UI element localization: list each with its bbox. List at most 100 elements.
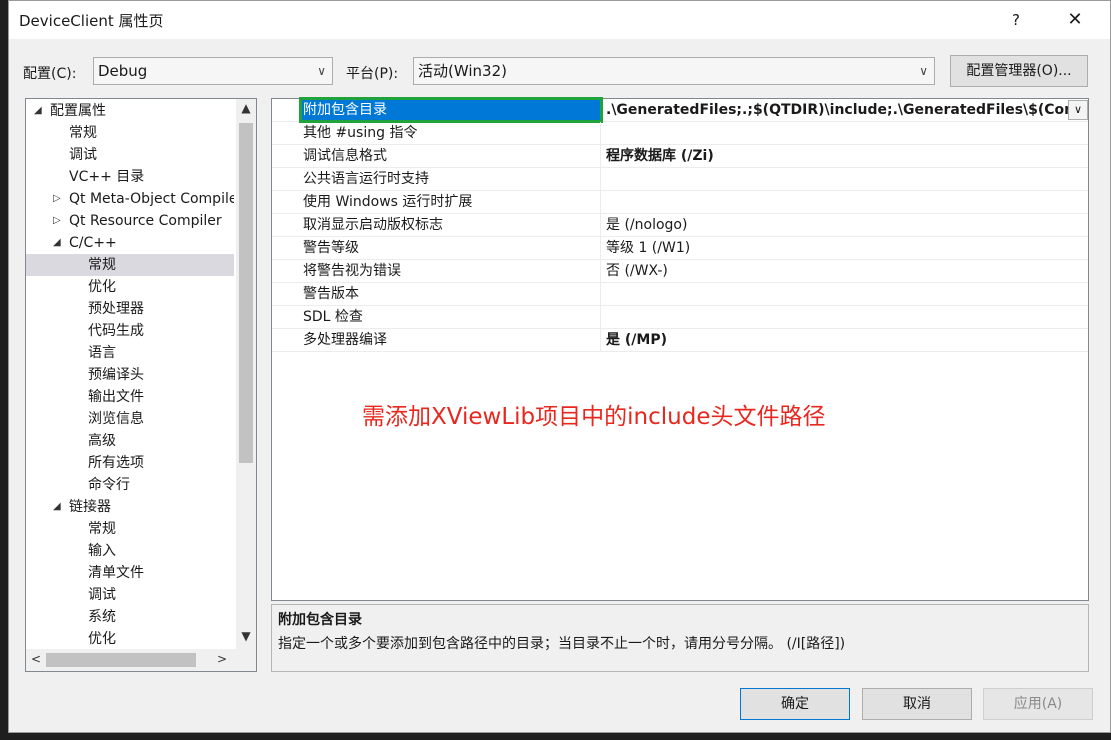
property-value[interactable] (603, 283, 1068, 305)
property-name: 警告版本 (301, 283, 601, 305)
property-value[interactable]: 等级 1 (/W1) (603, 237, 1068, 259)
tree-item[interactable]: 常规 (26, 254, 234, 276)
apply-button[interactable]: 应用(A) (983, 688, 1093, 720)
tree-item-label: 预处理器 (88, 301, 144, 317)
scroll-right-icon[interactable]: > (212, 652, 232, 666)
tree-item-label: VC++ 目录 (69, 169, 145, 185)
tree-horizontal-scrollbar[interactable]: < > (26, 649, 256, 671)
config-label: 配置(C): (23, 66, 77, 82)
scroll-thumb[interactable] (46, 653, 196, 667)
tree-item[interactable]: 优化 (26, 628, 234, 650)
property-value[interactable] (603, 191, 1068, 213)
property-value[interactable] (603, 306, 1068, 328)
platform-label: 平台(P): (346, 66, 399, 82)
tree-item[interactable]: 高级 (26, 430, 234, 452)
collapse-icon[interactable]: ◢ (53, 496, 61, 518)
tree-item-label: Qt Meta-Object Compiler (69, 191, 234, 207)
tree-item[interactable]: ◢ C/C++ (26, 232, 234, 254)
tree-item-label: 常规 (88, 257, 116, 273)
property-value[interactable] (603, 168, 1068, 190)
tree-item-label: 清单文件 (88, 565, 144, 581)
property-row[interactable]: 警告版本 (272, 283, 1088, 306)
tree-item-label: 输出文件 (88, 389, 144, 405)
tree-item-label: 优化 (88, 279, 116, 295)
cancel-button[interactable]: 取消 (862, 688, 972, 720)
tree-item[interactable]: 输出文件 (26, 386, 234, 408)
chevron-down-icon[interactable]: ∨ (1068, 100, 1088, 120)
property-value[interactable]: .\GeneratedFiles;.;$(QTDIR)\include;.\Ge… (603, 99, 1068, 121)
tree-item-label: 调试 (88, 587, 116, 603)
property-name: 警告等级 (301, 237, 601, 259)
config-select[interactable]: Debug ∨ (93, 57, 333, 85)
tree-item[interactable]: ◢ 配置属性 (26, 100, 234, 122)
property-name: 其他 #using 指令 (301, 122, 601, 144)
property-row[interactable]: 附加包含目录 .\GeneratedFiles;.;$(QTDIR)\includ… (272, 97, 1088, 123)
tree-item[interactable]: 常规 (26, 122, 234, 144)
tree-item[interactable]: ◢ 链接器 (26, 496, 234, 518)
tree-item-label: 浏览信息 (88, 411, 144, 427)
tree-item[interactable]: 输入 (26, 540, 234, 562)
help-button[interactable]: ? (999, 5, 1033, 35)
tree-item[interactable]: 优化 (26, 276, 234, 298)
tree-item[interactable]: 预编译头 (26, 364, 234, 386)
tree-item[interactable]: 系统 (26, 606, 234, 628)
property-row[interactable]: 公共语言运行时支持 (272, 168, 1088, 191)
tree-vertical-scrollbar[interactable]: ▲ ▼ (236, 99, 256, 649)
scroll-up-icon[interactable]: ▲ (236, 101, 256, 115)
property-row[interactable]: 将警告视为错误否 (/WX-) (272, 260, 1088, 283)
tree-item[interactable]: 常规 (26, 518, 234, 540)
tree-item[interactable]: ▷ Qt Meta-Object Compiler (26, 188, 234, 210)
tree-item[interactable]: ▷ Qt Resource Compiler (26, 210, 234, 232)
platform-select[interactable]: 活动(Win32) ∨ (413, 57, 935, 85)
tree-item-label: 调试 (69, 147, 97, 163)
tree-item[interactable]: 代码生成 (26, 320, 234, 342)
collapse-icon[interactable]: ◢ (34, 100, 42, 122)
platform-value: 活动(Win32) (418, 62, 507, 80)
tree-item-label: 常规 (88, 521, 116, 537)
tree-item[interactable]: 命令行 (26, 474, 234, 496)
tree-item-label: 代码生成 (88, 323, 144, 339)
scroll-thumb[interactable] (239, 123, 253, 463)
tree-item-label: 链接器 (69, 499, 111, 515)
property-row[interactable]: SDL 检查 (272, 306, 1088, 329)
property-value[interactable]: 是 (/MP) (603, 329, 1068, 351)
property-name: SDL 检查 (301, 306, 601, 328)
tree-item[interactable]: 调试 (26, 144, 234, 166)
property-row[interactable]: 使用 Windows 运行时扩展 (272, 191, 1088, 214)
property-value[interactable] (603, 122, 1068, 144)
property-row[interactable]: 多处理器编译是 (/MP) (272, 329, 1088, 352)
tree-item[interactable]: 所有选项 (26, 452, 234, 474)
collapse-icon[interactable]: ◢ (53, 232, 61, 254)
close-icon[interactable]: ✕ (1055, 5, 1095, 35)
tree-item-label: 配置属性 (50, 103, 106, 119)
property-value[interactable]: 否 (/WX-) (603, 260, 1068, 282)
property-value[interactable]: 程序数据库 (/Zi) (603, 145, 1068, 167)
scroll-left-icon[interactable]: < (26, 652, 46, 666)
tree-item[interactable]: 浏览信息 (26, 408, 234, 430)
ok-button[interactable]: 确定 (740, 688, 850, 720)
scroll-down-icon[interactable]: ▼ (236, 629, 256, 643)
tree-item-label: 系统 (88, 609, 116, 625)
tree-item[interactable]: 预处理器 (26, 298, 234, 320)
annotation-text: 需添加XViewLib项目中的include头文件路径 (362, 404, 826, 430)
property-name: 附加包含目录 (299, 97, 603, 123)
property-value[interactable]: 是 (/nologo) (603, 214, 1068, 236)
property-name: 公共语言运行时支持 (301, 168, 601, 190)
property-row[interactable]: 警告等级 等级 1 (/W1) (272, 237, 1088, 260)
property-row[interactable]: 调试信息格式 程序数据库 (/Zi) (272, 145, 1088, 168)
tree-item-label: 命令行 (88, 477, 130, 493)
config-value: Debug (98, 62, 148, 80)
window-title: DeviceClient 属性页 (19, 12, 164, 30)
property-row[interactable]: 其他 #using 指令 (272, 122, 1088, 145)
tree-item[interactable]: 语言 (26, 342, 234, 364)
expand-icon[interactable]: ▷ (53, 210, 61, 232)
tree-item[interactable]: 调试 (26, 584, 234, 606)
tree-item[interactable]: 清单文件 (26, 562, 234, 584)
description-title: 附加包含目录 (278, 612, 362, 628)
expand-icon[interactable]: ▷ (53, 188, 61, 210)
config-manager-button[interactable]: 配置管理器(O)... (950, 55, 1088, 87)
property-name: 取消显示启动版权标志 (301, 214, 601, 236)
tree-item[interactable]: VC++ 目录 (26, 166, 234, 188)
tree-item-label: 所有选项 (88, 455, 144, 471)
property-row[interactable]: 取消显示启动版权标志是 (/nologo) (272, 214, 1088, 237)
